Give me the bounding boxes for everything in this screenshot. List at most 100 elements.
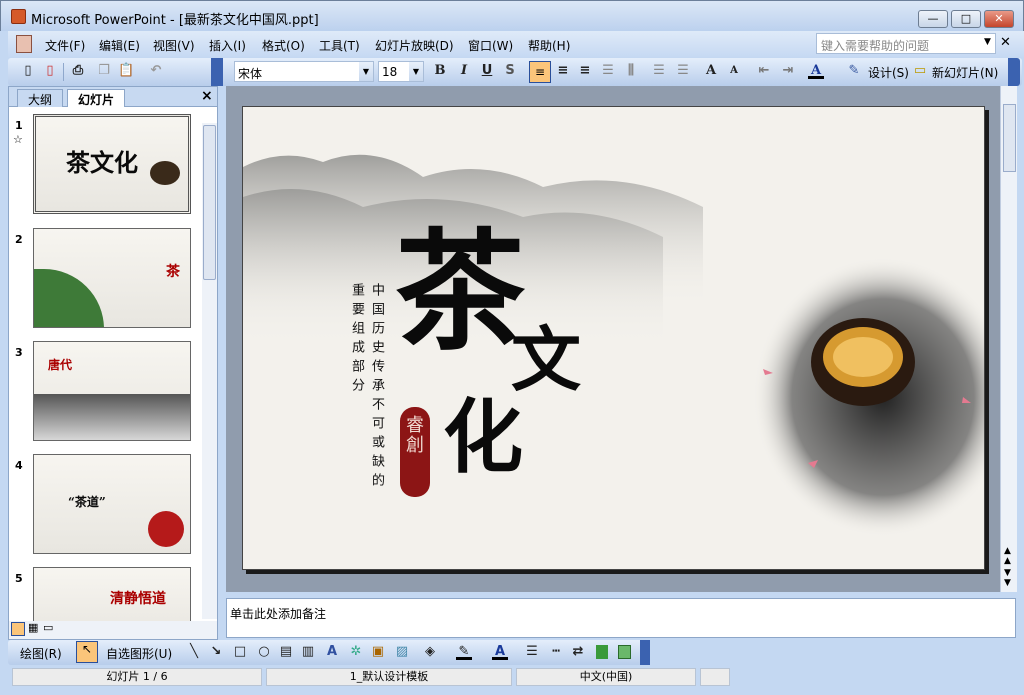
next-slide-button[interactable]: ▼ ▼: [1004, 568, 1011, 588]
font-color-icon[interactable]: A: [492, 644, 508, 660]
increase-font-icon[interactable]: A: [703, 63, 719, 79]
align-right-button[interactable]: ≡: [577, 63, 593, 79]
new-slide-icon[interactable]: ▭: [912, 63, 928, 79]
copy-icon[interactable]: ❐: [96, 63, 112, 79]
shadow-button[interactable]: S: [502, 63, 518, 79]
title-char-culture: 文: [511, 318, 581, 401]
menu-edit[interactable]: 编辑(E): [99, 37, 140, 54]
wordart-icon[interactable]: A: [324, 644, 340, 660]
arrow-style-icon[interactable]: ⇄: [570, 644, 586, 660]
menu-file[interactable]: 文件(F): [45, 37, 85, 54]
line-color-icon[interactable]: ✎: [456, 644, 472, 660]
scroll-thumb[interactable]: [1003, 104, 1016, 172]
print-icon[interactable]: ⎙: [70, 63, 86, 79]
design-button[interactable]: 设计(S): [868, 64, 909, 81]
pane-close-button[interactable]: ×: [201, 88, 213, 104]
tab-slides[interactable]: 幻灯片: [67, 89, 126, 107]
status-bar: 幻灯片 1 / 6 1_默认设计模板 中文(中国): [8, 666, 1018, 688]
menu-help[interactable]: 帮助(H): [528, 37, 570, 54]
fill-color-icon[interactable]: ◈: [422, 644, 438, 660]
new-slide-button[interactable]: 新幻灯片(N): [932, 64, 998, 81]
help-dropdown-icon[interactable]: ▼: [984, 37, 991, 47]
new-icon[interactable]: ▯: [20, 63, 36, 79]
line-icon[interactable]: ╲: [186, 644, 202, 660]
bullets-icon[interactable]: ☰: [675, 63, 691, 79]
slide-sorter-view-button[interactable]: ▦: [28, 621, 38, 634]
arrow-icon[interactable]: ↘: [208, 644, 224, 660]
design-icon[interactable]: ✎: [846, 63, 862, 79]
minimize-button[interactable]: —: [918, 10, 948, 28]
tab-outline[interactable]: 大纲: [17, 89, 64, 107]
align-center-button[interactable]: ≡: [555, 63, 571, 79]
increase-indent-icon[interactable]: ⇥: [780, 63, 796, 79]
align-left-button[interactable]: ≡: [529, 61, 551, 83]
vertical-textbox-icon[interactable]: ▥: [300, 644, 316, 660]
slide-canvas[interactable]: 重要组成部分 中国历史传承不可或缺的 茶 文 化 睿創: [242, 106, 985, 570]
shadow-style-icon[interactable]: [596, 645, 608, 659]
italic-button[interactable]: I: [456, 63, 472, 79]
numbering-icon[interactable]: ☰: [651, 63, 667, 79]
slide-thumbnail-1[interactable]: 茶文化: [33, 114, 191, 214]
menu-slideshow[interactable]: 幻灯片放映(D): [375, 37, 454, 54]
oval-icon[interactable]: ○: [256, 644, 272, 660]
distribute-icon[interactable]: ☰: [600, 63, 616, 79]
select-pointer-button[interactable]: ↖: [76, 641, 98, 663]
tea-cup-image: [150, 161, 180, 185]
autoshapes-menu-button[interactable]: 自选图形(U): [106, 645, 172, 662]
font-color-icon[interactable]: A: [808, 63, 824, 79]
slide-thumbnail-3[interactable]: 唐代: [33, 341, 191, 441]
3d-style-icon[interactable]: [618, 645, 631, 659]
toolbar-options-handle[interactable]: [640, 640, 650, 665]
title-char-tea: 茶: [395, 215, 526, 368]
underline-button[interactable]: U: [479, 63, 495, 79]
menu-insert[interactable]: 插入(I): [209, 37, 246, 54]
paste-icon[interactable]: 📋: [118, 63, 134, 79]
slide-thumbnail-2[interactable]: 茶: [33, 228, 191, 328]
undo-icon[interactable]: ↶: [148, 63, 164, 79]
rectangle-icon[interactable]: □: [232, 644, 248, 660]
close-button[interactable]: ✕: [984, 10, 1014, 28]
draw-menu-button[interactable]: 绘图(R): [20, 645, 62, 662]
help-search-input[interactable]: 键入需要帮助的问题: [816, 33, 996, 54]
document-icon[interactable]: [16, 35, 32, 53]
font-name-select[interactable]: 宋体 ▼: [234, 61, 374, 82]
column-icon[interactable]: ⫼: [623, 63, 639, 79]
normal-view-button[interactable]: [11, 622, 25, 636]
powerpoint-app-icon[interactable]: [11, 9, 26, 24]
toolbar-options-handle[interactable]: [1008, 58, 1020, 86]
landscape-image: [34, 269, 104, 327]
slide-number: 3: [15, 346, 23, 359]
maximize-button[interactable]: □: [951, 10, 981, 28]
menu-window[interactable]: 窗口(W): [468, 37, 513, 54]
menu-tools[interactable]: 工具(T): [319, 37, 360, 54]
scroll-thumb[interactable]: [203, 125, 216, 280]
drawing-toolbar: 绘图(R) ↖ 自选图形(U) ╲ ↘ □ ○ ▤ ▥ A ✲ ▣ ▨ ◈ ✎ …: [8, 640, 650, 665]
toolbar-options-handle[interactable]: [211, 58, 223, 86]
previous-slide-button[interactable]: ▲ ▲: [1004, 546, 1011, 566]
status-design-template: 1_默认设计模板: [266, 668, 512, 686]
status-empty-panel: [700, 668, 730, 686]
clipart-icon[interactable]: ▣: [370, 644, 386, 660]
slides-pane-scrollbar[interactable]: [202, 123, 217, 619]
menu-format[interactable]: 格式(O): [262, 37, 305, 54]
font-size-select[interactable]: 18 ▼: [378, 61, 424, 82]
textbox-icon[interactable]: ▤: [278, 644, 294, 660]
decrease-indent-icon[interactable]: ⇤: [756, 63, 772, 79]
slide-number: 1: [15, 119, 23, 132]
dash-style-icon[interactable]: ┅: [548, 644, 564, 660]
view-buttons: ▦ ▭: [9, 621, 217, 639]
permission-icon[interactable]: ▯: [42, 63, 58, 79]
slide-scrollbar[interactable]: ▲ ▲ ▼ ▼: [1000, 86, 1017, 592]
pane-tabs: 大纲 幻灯片 ×: [9, 87, 217, 107]
bold-button[interactable]: B: [432, 63, 448, 79]
picture-icon[interactable]: ▨: [394, 644, 410, 660]
notes-pane[interactable]: 单击此处添加备注: [226, 598, 1016, 638]
menu-view[interactable]: 视图(V): [153, 37, 195, 54]
standard-formatting-toolbar: ▯ ▯ ⎙ ❐ 📋 ↶ 宋体 ▼ 18 ▼ B I U S ≡ ≡ ≡ ☰ ⫼ ☰ …: [8, 58, 1022, 86]
slideshow-view-button[interactable]: ▭: [43, 621, 53, 634]
diagram-icon[interactable]: ✲: [348, 644, 364, 660]
decrease-font-icon[interactable]: A: [726, 63, 742, 79]
line-style-icon[interactable]: ☰: [524, 644, 540, 660]
help-close-icon[interactable]: ✕: [1000, 35, 1011, 50]
slide-thumbnail-4[interactable]: “茶道”: [33, 454, 191, 554]
